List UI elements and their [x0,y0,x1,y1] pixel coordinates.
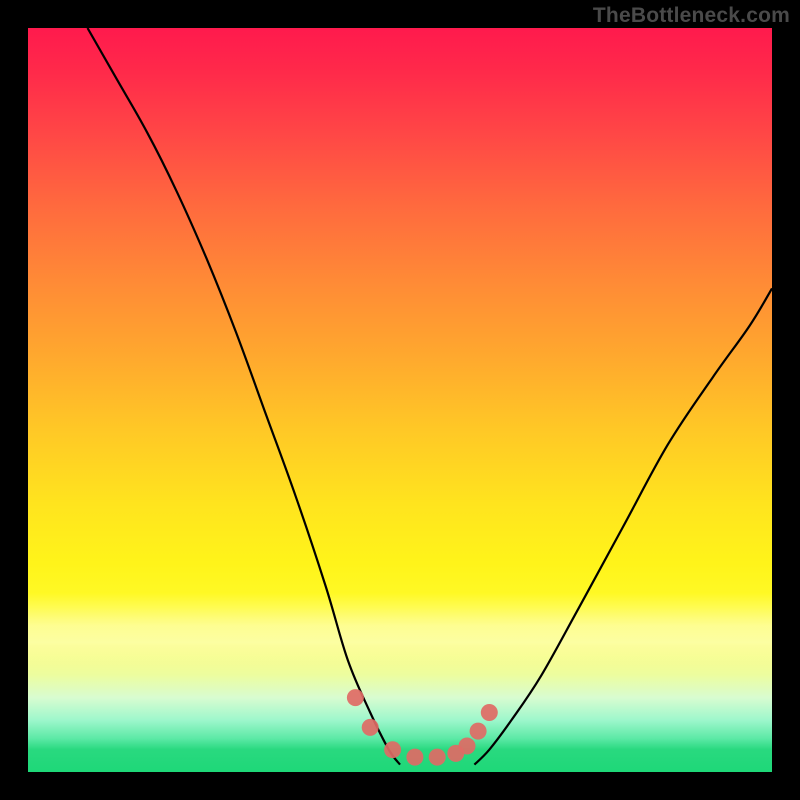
basin-dot [481,704,498,721]
basin-dot [459,738,476,755]
basin-dots [347,689,498,766]
plot-area [28,28,772,772]
basin-dot [347,689,364,706]
basin-dot [470,723,487,740]
basin-dot [362,719,379,736]
basin-dot [429,749,446,766]
chart-frame: TheBottleneck.com [0,0,800,800]
basin-dot [384,741,401,758]
basin-dot [406,749,423,766]
right-curve-path [474,288,772,764]
watermark-text: TheBottleneck.com [593,4,790,28]
curve-layer [28,28,772,772]
left-curve-path [88,28,401,765]
